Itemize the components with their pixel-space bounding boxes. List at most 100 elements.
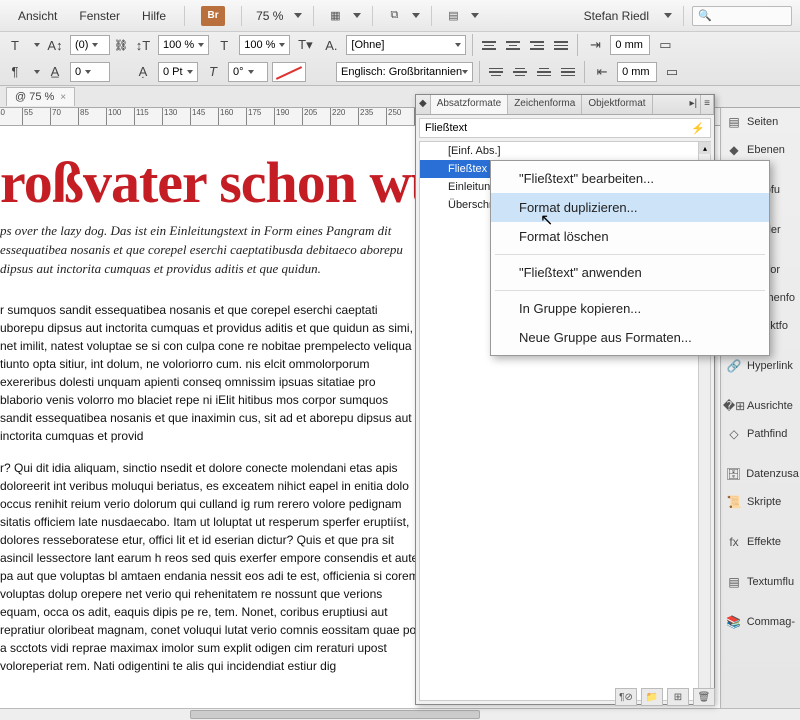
dock-item[interactable]: ▤ Seiten (721, 108, 800, 136)
new-group-icon[interactable]: 📁 (641, 688, 663, 706)
document-tab[interactable]: @ 75 % × (6, 87, 75, 106)
screen-mode-icon[interactable]: ⧉ (381, 5, 407, 27)
context-menu: "Fließtext" bearbeiten...Format duplizie… (490, 160, 770, 356)
context-menu-item[interactable]: In Gruppe kopieren... (491, 294, 769, 323)
link-icon[interactable]: ⛓ (114, 39, 128, 52)
clear-override-icon[interactable]: ¶⊘ (615, 688, 637, 706)
dock-item[interactable]: 📜 Skripte (721, 488, 800, 516)
rotate-field[interactable]: 0° (228, 62, 268, 82)
tracking-icon: Ạ (132, 62, 154, 82)
dock-item-label: Effekte (747, 536, 781, 548)
panel-tab-character[interactable]: Zeichenforma (508, 95, 582, 114)
dock-item-icon: 🔗 (726, 358, 742, 374)
panel-expand-icon[interactable]: ▸| (687, 95, 702, 114)
dock-item-icon: fx (726, 534, 742, 550)
intro-text: ps over the lazy dog. Das ist ein Einlei… (0, 222, 420, 279)
align-center-icon[interactable] (503, 36, 523, 54)
type-tool-icon[interactable]: T (4, 35, 26, 55)
user-name: Stefan Riedl (574, 9, 659, 23)
dock-item-label: Commag- (747, 616, 795, 628)
scroll-up-icon[interactable]: ▴ (699, 142, 711, 154)
dock-item-label: Pathfind (747, 428, 787, 440)
menu-help[interactable]: Hilfe (132, 5, 176, 27)
indent-top-field[interactable]: 0 mm (610, 35, 650, 55)
caps-icon[interactable]: T▾ (294, 35, 316, 55)
panel-collapse-icon[interactable]: ◆ (416, 95, 431, 114)
panel-tab-object[interactable]: Objektformat (582, 95, 652, 114)
current-style-field[interactable]: Fließtext ⚡ (419, 118, 711, 138)
close-icon[interactable]: × (60, 92, 66, 103)
horizontal-scrollbar[interactable] (0, 708, 800, 720)
vscale-field[interactable]: 100 % (239, 35, 290, 55)
panel-menu-icon[interactable]: ≡ (701, 95, 714, 114)
style-row[interactable]: [Einf. Abs.] (420, 142, 710, 160)
indent-top-icon: ⇥ (584, 35, 606, 55)
control-bar: T A↕ (0) ⛓ ↕T 100 % T 100 % T▾ A. [Ohne]… (0, 32, 800, 86)
dock-item[interactable]: fx Effekte (721, 528, 800, 556)
bridge-icon[interactable]: Br (201, 6, 225, 26)
dock-item-icon: 📜 (726, 494, 742, 510)
hscale-field[interactable]: 100 % (158, 35, 209, 55)
menu-window[interactable]: Fenster (69, 5, 130, 27)
panel-tab-strip: ◆ Absatzformate Zeichenforma Objektforma… (416, 95, 714, 115)
dock-item-label: Ebenen (747, 144, 785, 156)
space-before-icon: ▭ (654, 35, 676, 55)
dock-item[interactable]: 🗄Datenzusa (721, 460, 800, 488)
align-right-icon[interactable] (527, 36, 547, 54)
panel-tab-paragraph[interactable]: Absatzformate (431, 95, 508, 114)
dock-item[interactable]: 🔗Hyperlink (721, 352, 800, 380)
dock-item-icon: 📚 (726, 614, 742, 630)
no-stroke-icon[interactable] (272, 62, 306, 82)
dock-item[interactable]: ▤ Textumflu (721, 568, 800, 596)
context-menu-item[interactable]: Format löschen (491, 222, 769, 251)
dock-item-icon: ◇ (726, 426, 742, 442)
dock-item-label: Skripte (747, 496, 781, 508)
align-justify-icon[interactable] (551, 36, 571, 54)
context-menu-item[interactable]: Format duplizieren... (491, 193, 769, 222)
dock-item-label: Textumflu (747, 576, 794, 588)
para-tool-icon[interactable]: ¶ (4, 62, 26, 82)
lang-icon (310, 62, 332, 82)
tracking-field[interactable]: 0 Pt (158, 62, 198, 82)
leading-field[interactable]: 0 (70, 62, 110, 82)
horizontal-scale-icon: ↕T (132, 35, 154, 55)
dock-item-label: Seiten (747, 116, 778, 128)
space-after-icon: ▭ (661, 62, 683, 82)
delete-style-icon[interactable]: 🗑 (693, 688, 715, 706)
point-size-field[interactable]: (0) (70, 35, 110, 55)
view-options-icon[interactable]: ▦ (322, 5, 348, 27)
dock-item-icon: ▤ (726, 574, 742, 590)
charstyle-select[interactable]: [Ohne] (346, 35, 466, 55)
dock-item[interactable]: �⊞Ausrichte (721, 392, 800, 420)
dock-item-icon: ▤ (726, 114, 742, 130)
scrollbar-thumb[interactable] (190, 710, 480, 719)
zoom-level[interactable]: 75 % (250, 9, 289, 23)
dock-item-label: Ausrichte (747, 400, 793, 412)
language-select[interactable]: Englisch: Großbritannien (336, 62, 473, 82)
align-left-icon[interactable] (479, 36, 499, 54)
dock-item[interactable]: 📚 Commag- (721, 608, 800, 636)
indent-bot-field[interactable]: 0 mm (617, 62, 657, 82)
align-justify-all-icon[interactable] (558, 63, 578, 81)
dock-item-label: Datenzusa (746, 468, 799, 480)
leading-icon: A̲ (44, 62, 66, 82)
document-tab-label: @ 75 % (15, 91, 54, 103)
align-bottom-icon[interactable] (534, 63, 554, 81)
context-menu-item[interactable]: "Fließtext" bearbeiten... (491, 164, 769, 193)
body-text: r sumquos sandit essequatibea nosanis et… (0, 301, 420, 675)
context-menu-item[interactable]: "Fließtext" anwenden (491, 258, 769, 287)
arrange-icon[interactable]: ▤ (440, 5, 466, 27)
align-middle-icon[interactable] (510, 63, 530, 81)
menu-bar: Ansicht Fenster Hilfe Br 75 % ▦ ⧉ ▤ Stef… (0, 0, 800, 32)
zoom-dropdown-icon[interactable] (294, 13, 302, 18)
quick-apply-icon[interactable]: ⚡ (691, 122, 705, 135)
new-style-icon[interactable]: ⊞ (667, 688, 689, 706)
align-top-icon[interactable] (486, 63, 506, 81)
search-input[interactable]: 🔍 (692, 6, 792, 26)
panel-bottom-bar: ¶⊘ 📁 ⊞ 🗑 (615, 688, 715, 706)
context-menu-item[interactable]: Neue Gruppe aus Formaten... (491, 323, 769, 352)
charstyle-icon: A. (320, 35, 342, 55)
menu-view[interactable]: Ansicht (8, 5, 67, 27)
vertical-scale-icon: T (213, 35, 235, 55)
dock-item[interactable]: ◇ Pathfind (721, 420, 800, 448)
